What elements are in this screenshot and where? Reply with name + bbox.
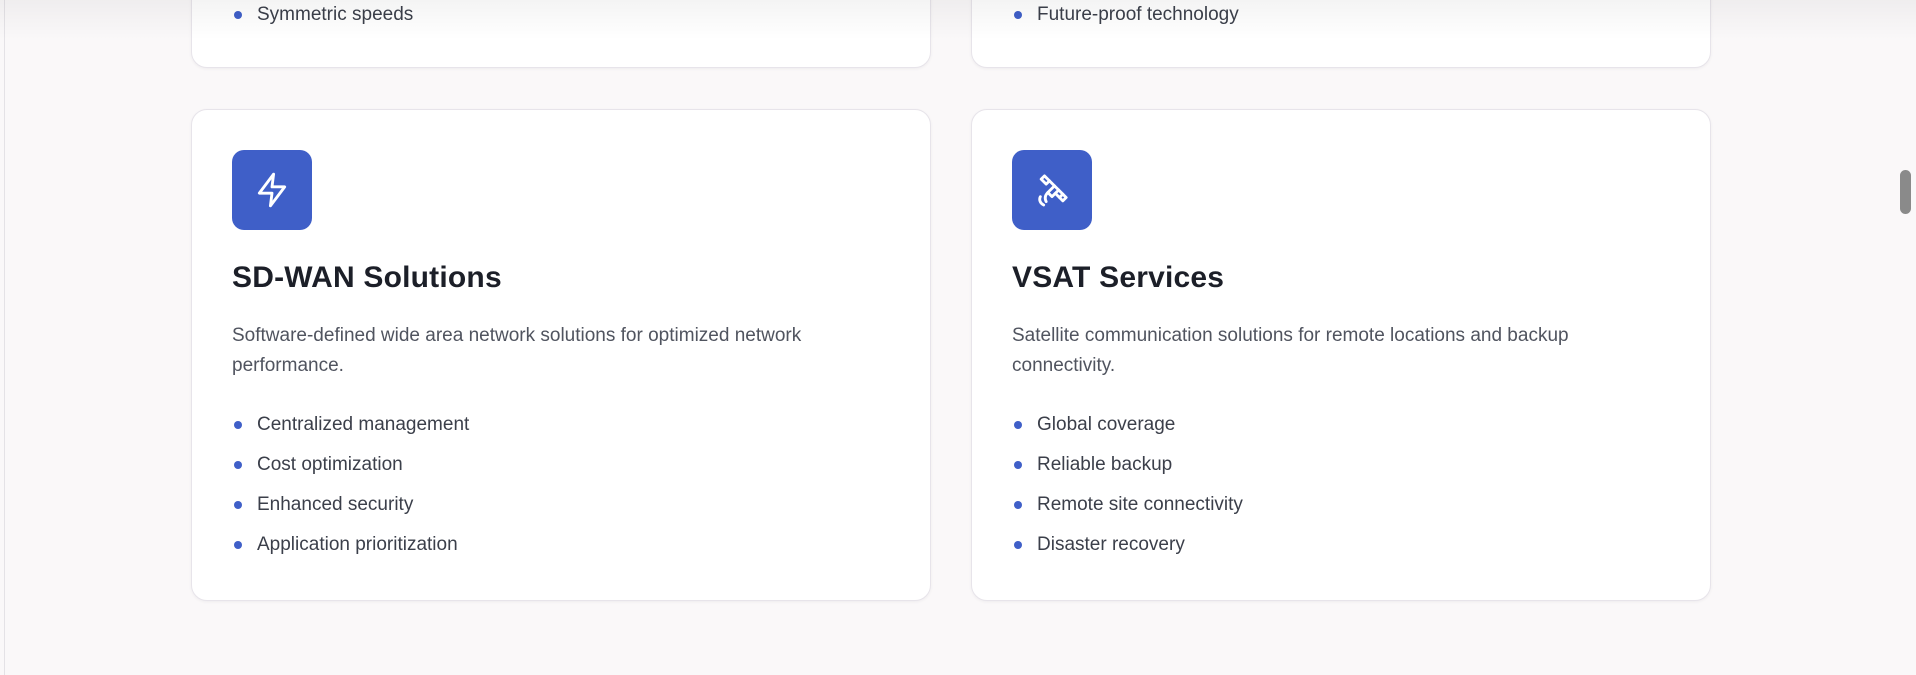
bullet-dot xyxy=(1014,541,1022,549)
card-title: VSAT Services xyxy=(1012,261,1225,294)
bullet-dot xyxy=(234,421,242,429)
bullet-dot xyxy=(234,11,242,19)
service-card-partial-left: Symmetric speeds xyxy=(191,0,931,68)
feature-text: Future-proof technology xyxy=(1037,4,1239,25)
feature-text: Centralized management xyxy=(257,414,470,435)
feature-text: Global coverage xyxy=(1037,414,1176,435)
feature-list: Centralized management Cost optimization… xyxy=(232,412,469,572)
satellite-icon xyxy=(1012,150,1092,230)
bullet-dot xyxy=(1014,421,1022,429)
feature-text: Cost optimization xyxy=(257,454,403,475)
feature-item: Enhanced security xyxy=(232,492,469,532)
feature-item: Centralized management xyxy=(232,412,469,452)
feature-text: Enhanced security xyxy=(257,494,414,515)
lightning-icon xyxy=(232,150,312,230)
bullet-dot xyxy=(234,541,242,549)
page-left-border xyxy=(4,0,5,675)
feature-item: Future-proof technology xyxy=(1012,2,1239,42)
feature-text: Disaster recovery xyxy=(1037,534,1185,555)
service-card-sd-wan: SD-WAN Solutions Software-defined wide a… xyxy=(191,109,931,601)
feature-item: Global coverage xyxy=(1012,412,1243,452)
bullet-dot xyxy=(234,501,242,509)
card-title: SD-WAN Solutions xyxy=(232,261,502,294)
feature-item: Cost optimization xyxy=(232,452,469,492)
feature-item: Remote site connectivity xyxy=(1012,492,1243,532)
feature-item: Reliable backup xyxy=(1012,452,1243,492)
bullet-dot xyxy=(1014,461,1022,469)
bullet-dot xyxy=(1014,11,1022,19)
feature-item: Symmetric speeds xyxy=(232,2,413,42)
feature-text: Application prioritization xyxy=(257,534,458,555)
service-card-vsat: VSAT Services Satellite communication so… xyxy=(971,109,1711,601)
feature-list: Global coverage Reliable backup Remote s… xyxy=(1012,412,1243,572)
card-description: Satellite communication solutions for re… xyxy=(1012,325,1569,376)
service-card-partial-right: Future-proof technology xyxy=(971,0,1711,68)
scrollbar-thumb[interactable] xyxy=(1900,170,1911,214)
bullet-dot xyxy=(1014,501,1022,509)
feature-item: Disaster recovery xyxy=(1012,532,1243,572)
feature-list: Future-proof technology xyxy=(1012,2,1239,42)
feature-text: Symmetric speeds xyxy=(257,4,414,25)
feature-text: Remote site connectivity xyxy=(1037,494,1243,515)
feature-text: Reliable backup xyxy=(1037,454,1173,475)
card-description: Software-defined wide area network solut… xyxy=(232,325,802,376)
feature-list: Symmetric speeds xyxy=(232,2,413,42)
bullet-dot xyxy=(234,461,242,469)
feature-item: Application prioritization xyxy=(232,532,469,572)
